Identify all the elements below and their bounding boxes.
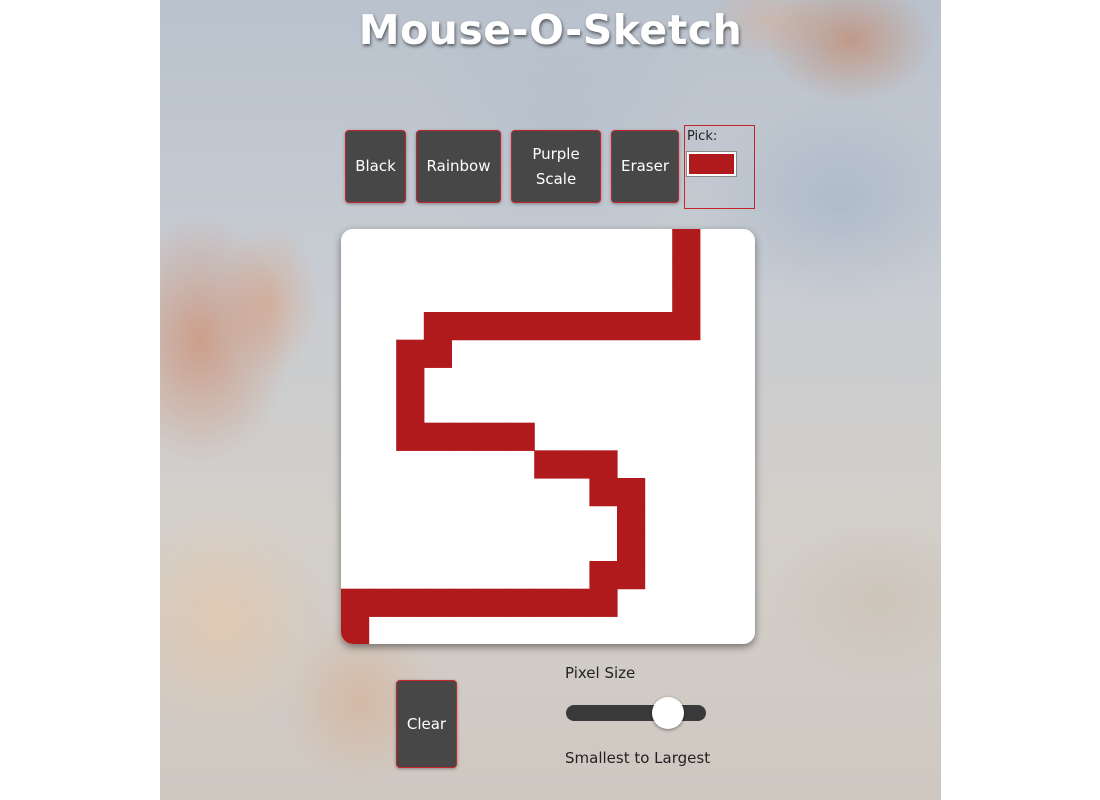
grid-cell[interactable] <box>506 588 535 617</box>
grid-cell[interactable] <box>341 588 370 617</box>
pixel-size-caption: Smallest to Largest <box>565 749 711 767</box>
color-picker-panel: Pick: <box>684 125 755 209</box>
grid-cell[interactable] <box>396 422 425 451</box>
grid-cell[interactable] <box>396 588 425 617</box>
grid-cell[interactable] <box>617 478 646 507</box>
sketch-grid-svg[interactable] <box>341 229 755 644</box>
grid-cell[interactable] <box>479 588 508 617</box>
grid-cell[interactable] <box>561 312 590 341</box>
grid-cell[interactable] <box>368 588 397 617</box>
slider-track[interactable] <box>566 705 706 721</box>
sketch-grid[interactable] <box>341 229 755 644</box>
app-window: Mouse-O-Sketch Black Rainbow Purple Scal… <box>0 0 1100 800</box>
grid-cell[interactable] <box>451 312 480 341</box>
color-picker-swatch <box>692 157 731 171</box>
grid-cell[interactable] <box>561 450 590 479</box>
color-picker-label: Pick: <box>687 129 718 144</box>
grid-cell[interactable] <box>534 312 563 341</box>
grid-cell[interactable] <box>534 588 563 617</box>
grid-cell[interactable] <box>672 256 701 285</box>
grid-cell[interactable] <box>479 422 508 451</box>
eraser-button[interactable]: Eraser <box>611 130 679 203</box>
grid-cell[interactable] <box>423 588 452 617</box>
grid-cell[interactable] <box>644 312 673 341</box>
page-title: Mouse-O-Sketch <box>358 6 743 54</box>
grid-cell[interactable] <box>534 450 563 479</box>
grid-cell[interactable] <box>341 616 370 644</box>
grid-cell[interactable] <box>672 284 701 313</box>
grid-cell[interactable] <box>617 505 646 534</box>
pixel-size-slider[interactable] <box>566 697 706 729</box>
rainbow-mode-label: Rainbow <box>426 157 491 175</box>
grid-cell[interactable] <box>423 312 452 341</box>
purple-scale-button[interactable]: Purple Scale <box>511 130 601 203</box>
grid-cell[interactable] <box>672 229 701 258</box>
grid-cell[interactable] <box>672 312 701 341</box>
color-picker-input[interactable] <box>686 151 737 177</box>
grid-cell[interactable] <box>589 588 618 617</box>
grid-cell[interactable] <box>479 312 508 341</box>
grid-cell[interactable] <box>506 312 535 341</box>
black-mode-button[interactable]: Black <box>345 130 406 203</box>
clear-label: Clear <box>406 715 447 733</box>
grid-cell[interactable] <box>451 422 480 451</box>
rainbow-mode-button[interactable]: Rainbow <box>416 130 501 203</box>
grid-cell[interactable] <box>617 561 646 590</box>
grid-cell[interactable] <box>396 395 425 424</box>
purple-scale-label: Purple Scale <box>532 144 580 188</box>
black-mode-label: Black <box>355 157 396 175</box>
grid-cell[interactable] <box>423 339 452 368</box>
grid-cell[interactable] <box>589 312 618 341</box>
grid-cell[interactable] <box>589 561 618 590</box>
grid-cell[interactable] <box>506 422 535 451</box>
eraser-label: Eraser <box>620 157 670 175</box>
grid-cell[interactable] <box>589 478 618 507</box>
pixel-size-label: Pixel Size <box>565 664 636 682</box>
grid-cell[interactable] <box>617 312 646 341</box>
grid-cell[interactable] <box>396 339 425 368</box>
grid-cell[interactable] <box>589 450 618 479</box>
grid-cell[interactable] <box>561 588 590 617</box>
grid-cell[interactable] <box>451 588 480 617</box>
clear-button[interactable]: Clear <box>396 680 457 768</box>
grid-cell[interactable] <box>396 367 425 396</box>
grid-cell[interactable] <box>423 422 452 451</box>
grid-cell[interactable] <box>617 533 646 562</box>
